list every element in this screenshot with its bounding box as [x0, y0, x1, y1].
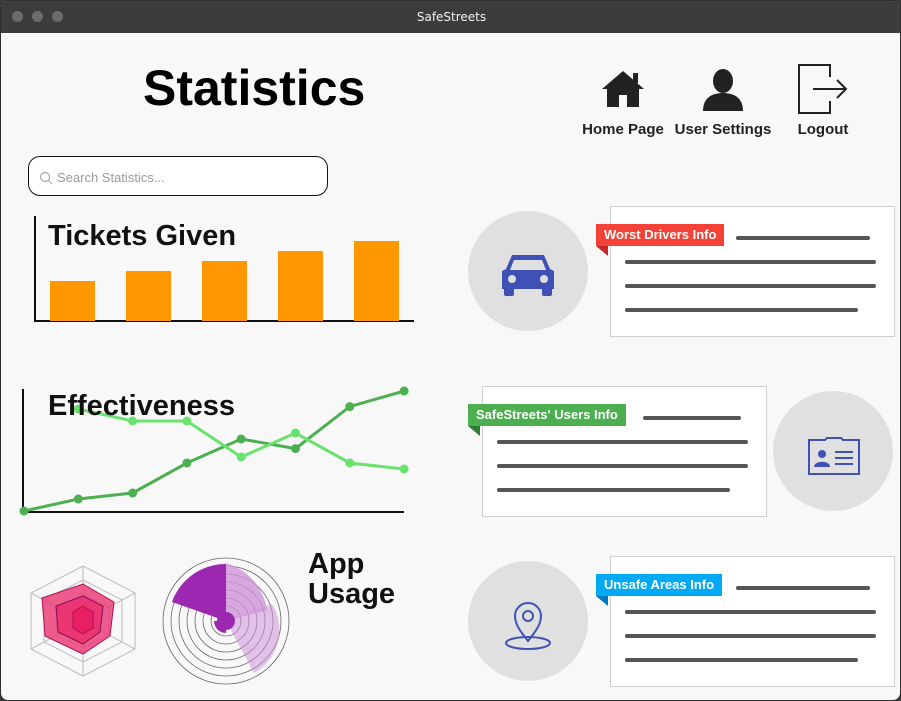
text-line [625, 260, 876, 264]
effectiveness-point [399, 464, 409, 474]
text-line [497, 440, 748, 444]
tickets-bar [126, 271, 171, 321]
users-info-icon-circle[interactable] [773, 391, 893, 511]
app-usage-title-line1: App [308, 548, 365, 580]
app-window: SafeStreets Statistics Home Page User Se… [0, 0, 901, 701]
unsafe-areas-tag-label: Unsafe Areas Info [604, 577, 715, 592]
user-icon [703, 69, 743, 111]
effectiveness-point [291, 444, 300, 454]
car-icon [502, 255, 554, 296]
effectiveness-point [19, 506, 29, 516]
search-input[interactable] [55, 166, 319, 188]
tickets-bar [278, 251, 323, 321]
effectiveness-point [345, 402, 355, 412]
home-icon [602, 71, 644, 107]
users-info-tag-label: SafeStreets' Users Info [476, 407, 618, 422]
effectiveness-point [399, 386, 409, 396]
app-usage-title: App Usage [308, 549, 395, 609]
usage-radar-chart [30, 565, 136, 677]
tickets-chart-title: Tickets Given [48, 220, 237, 252]
effectiveness-point [236, 434, 246, 444]
effectiveness-point [128, 488, 138, 498]
id-card-icon [808, 437, 860, 475]
text-line [736, 236, 870, 240]
worst-drivers-icon-circle[interactable] [468, 211, 588, 331]
text-line [497, 464, 748, 468]
users-info-tag[interactable]: SafeStreets' Users Info [468, 404, 626, 436]
text-line [736, 586, 870, 590]
tickets-bar [354, 241, 399, 321]
tag-fold [468, 426, 480, 436]
text-line [497, 488, 730, 492]
search-box[interactable] [28, 156, 328, 196]
page-title: Statistics [143, 60, 366, 116]
text-line [625, 610, 876, 614]
tag-fold [596, 596, 608, 606]
location-pin-icon [505, 602, 551, 650]
worst-drivers-tag-label: Worst Drivers Info [604, 227, 717, 242]
effectiveness-point [291, 428, 300, 438]
nav-user-settings-label: User Settings [674, 121, 772, 138]
title-bar: SafeStreets [1, 1, 900, 33]
tag-fold [596, 246, 608, 256]
effectiveness-point [73, 494, 83, 504]
effectiveness-point [236, 452, 246, 462]
tickets-bar [202, 261, 247, 321]
tickets-bar [50, 281, 95, 321]
text-line [625, 308, 858, 312]
effectiveness-point [182, 458, 192, 468]
unsafe-areas-tag[interactable]: Unsafe Areas Info [596, 574, 723, 606]
text-line [643, 416, 741, 420]
text-line [625, 284, 876, 288]
unsafe-areas-icon-circle[interactable] [468, 561, 588, 681]
window-title: SafeStreets [416, 10, 487, 24]
text-line [625, 658, 858, 662]
usage-polar-chart [162, 557, 290, 685]
worst-drivers-tag[interactable]: Worst Drivers Info [596, 224, 725, 256]
logout-icon [798, 64, 848, 114]
nav-home-label: Home Page [582, 121, 664, 138]
effectiveness-point [345, 458, 355, 468]
search-icon [39, 171, 53, 185]
text-line [625, 634, 876, 638]
nav-logout-label: Logout [797, 121, 849, 138]
effectiveness-chart-title: Effectiveness [48, 390, 235, 422]
app-usage-title-line2: Usage [308, 578, 396, 610]
